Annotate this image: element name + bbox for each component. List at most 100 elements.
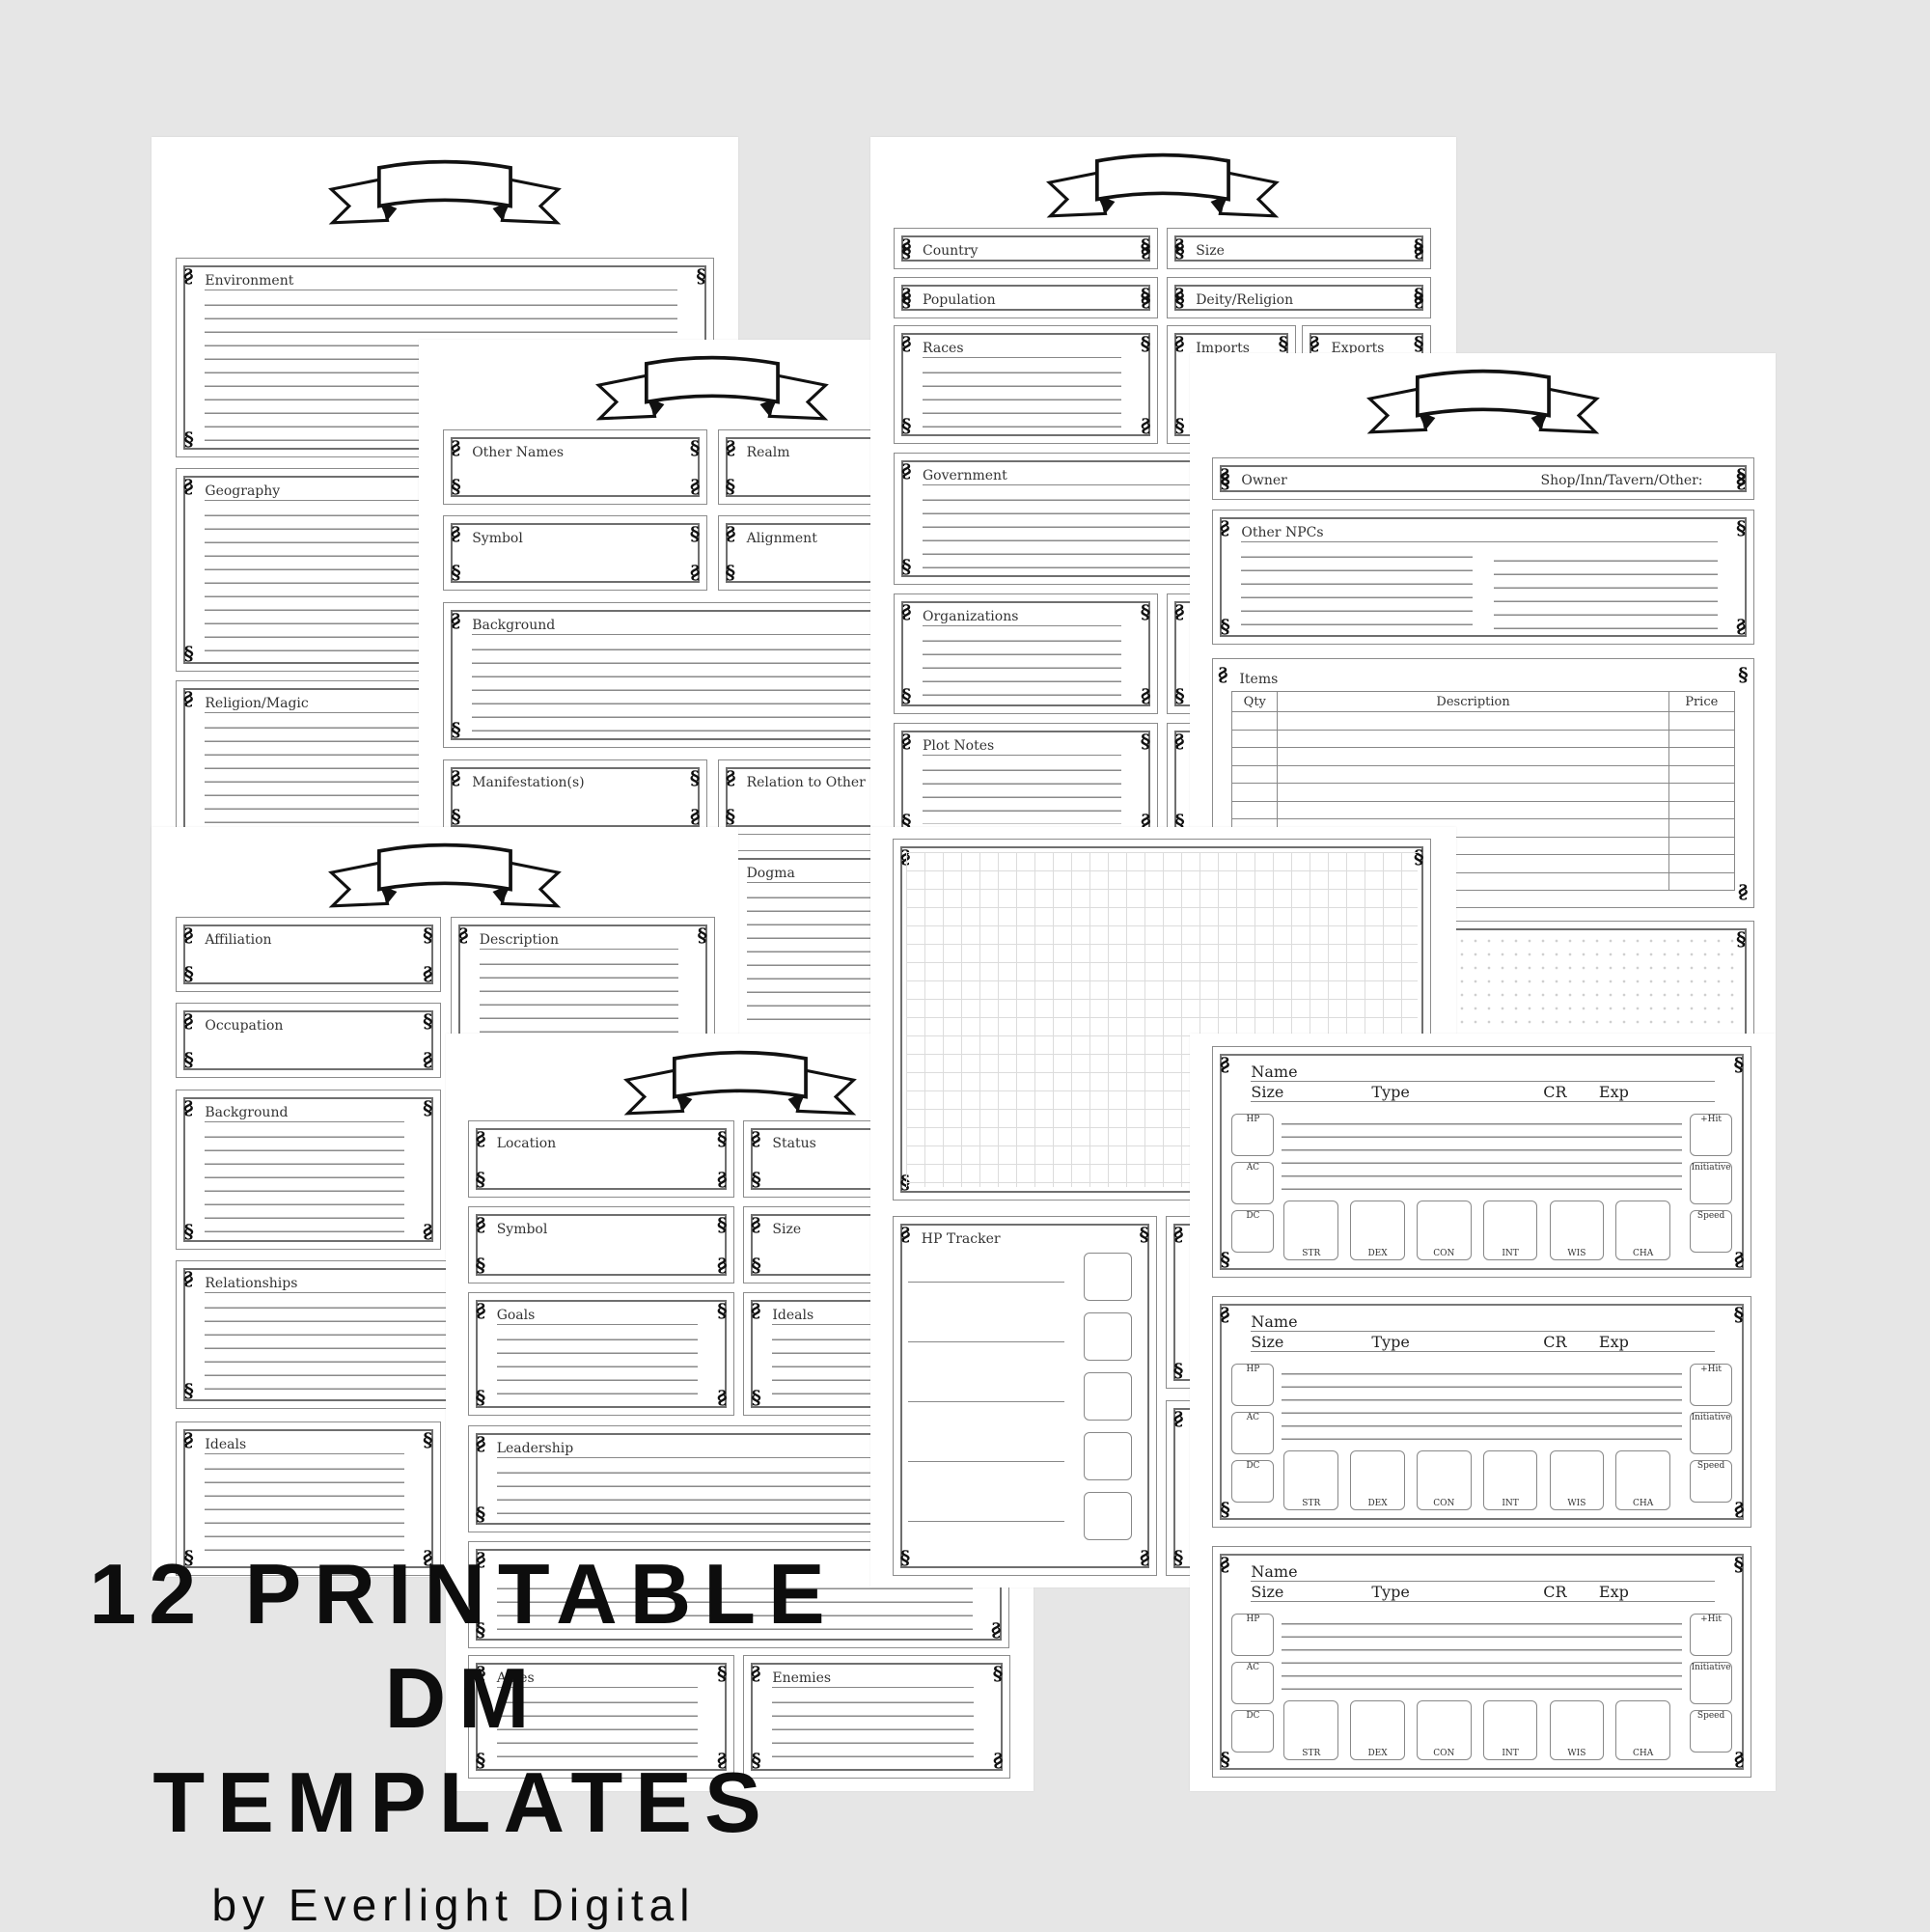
curl-ornament-icon: [690, 524, 700, 543]
curl-ornament-icon: [183, 1011, 193, 1031]
box-frame: NameSize Type CR Exp HP +Hit AC Initiative DC Spe…: [1220, 1054, 1745, 1270]
box-label: Other NPCs: [1241, 525, 1718, 543]
curl-ornament-icon: [183, 266, 193, 286]
ability-box: STR: [1283, 1699, 1339, 1760]
box-frame: Other NPCs: [1220, 517, 1747, 638]
table-row: [1231, 783, 1735, 802]
curl-ornament-icon: [1220, 1750, 1229, 1769]
hp-box: [1083, 1253, 1132, 1302]
curl-ornament-icon: [451, 611, 460, 630]
curl-ornament-icon: [451, 524, 460, 543]
box-frame: Deity/Religion: [1174, 284, 1424, 312]
box-label: Occupation: [205, 1018, 284, 1035]
table-cell: [1668, 783, 1735, 802]
byline: by Everlight Digital: [211, 1880, 696, 1930]
curl-ornament-icon: [1734, 1250, 1744, 1269]
box-frame: Owner Shop/Inn/Tavern/Other:: [1220, 465, 1747, 492]
curl-ornament-icon: [726, 438, 735, 457]
stat-lines: [1282, 1112, 1683, 1201]
box-label: Manifestation(s): [472, 774, 585, 790]
ribbon-banner-icon: [583, 349, 841, 433]
curl-ornament-icon: [1141, 602, 1150, 621]
curl-ornament-icon: [451, 477, 460, 496]
curl-ornament-icon: [1220, 1500, 1229, 1519]
stat-left-box: AC: [1231, 1661, 1275, 1704]
curl-ornament-icon: [696, 266, 705, 286]
ability-box: STR: [1283, 1450, 1339, 1510]
ability-box: CHA: [1615, 1201, 1671, 1260]
curl-ornament-icon: [726, 477, 735, 496]
curl-ornament-icon: [1173, 1548, 1183, 1567]
table-cell: [1277, 729, 1669, 749]
curl-ornament-icon: [451, 563, 460, 582]
type-label: Type: [1371, 1582, 1410, 1601]
curl-ornament-icon: [423, 1430, 432, 1449]
box-frame: Occupation: [183, 1010, 433, 1071]
size-type-row: Size Type CR Exp: [1251, 1582, 1716, 1602]
curl-ornament-icon: [1734, 1750, 1744, 1769]
table-cell: [1668, 747, 1735, 766]
curl-ornament-icon: [476, 1170, 485, 1189]
curl-ornament-icon: [1173, 1225, 1183, 1244]
box-frame: Affiliation: [183, 925, 433, 984]
table-cell: [1277, 764, 1669, 785]
stat-left-box: HP: [1231, 1364, 1275, 1407]
curl-ornament-icon: [1141, 686, 1150, 705]
ability-box: CON: [1416, 1201, 1472, 1260]
curl-ornament-icon: [476, 1504, 485, 1524]
box-monster-blank: NameSize Type CR Exp HP +Hit AC Initiative DC Spe…: [1212, 1545, 1752, 1778]
box-faction-0: Location: [467, 1119, 735, 1199]
stat-right-box: +Hit: [1690, 1613, 1733, 1656]
stat-right-box: Speed: [1690, 1709, 1733, 1753]
box-shop-1: Other NPCs: [1212, 510, 1754, 646]
curl-ornament-icon: [1734, 1500, 1744, 1519]
stat-lines: [1282, 1362, 1683, 1451]
box-frame: NameSize Type CR Exp HP +Hit AC Initiative DC Spe…: [1220, 1553, 1745, 1770]
table-cell: [1668, 871, 1735, 892]
box-label: Symbol: [472, 531, 523, 547]
curl-ornament-icon: [717, 1301, 727, 1320]
writing-lines: [1493, 548, 1718, 630]
name-label: Name: [1251, 1561, 1298, 1581]
name-row: Name: [1251, 1062, 1716, 1083]
curl-ornament-icon: [1174, 290, 1184, 310]
hp-line: [907, 1282, 1065, 1283]
curl-ornament-icon: [1174, 731, 1184, 751]
box-frame: Symbol: [451, 523, 701, 584]
box-label: Background: [205, 1105, 404, 1122]
curl-ornament-icon: [1174, 334, 1184, 353]
table-cell: [1668, 764, 1735, 785]
curl-ornament-icon: [183, 1381, 193, 1400]
curl-ornament-icon: [1736, 518, 1746, 538]
curl-ornament-icon: [1736, 472, 1746, 491]
curl-ornament-icon: [901, 416, 911, 435]
box-label: Ideals: [205, 1437, 404, 1455]
curl-ornament-icon: [726, 768, 735, 787]
stat-left-box: HP: [1231, 1114, 1275, 1157]
cr-label: CR: [1543, 1333, 1567, 1352]
curl-ornament-icon: [1738, 882, 1748, 901]
curl-ornament-icon: [901, 731, 911, 751]
curl-ornament-icon: [901, 557, 911, 576]
curl-ornament-icon: [690, 563, 700, 582]
curl-ornament-icon: [423, 925, 432, 945]
box-label: Environment: [205, 273, 677, 290]
box-npc-0: Affiliation: [176, 917, 441, 992]
curl-ornament-icon: [1220, 1055, 1229, 1074]
box-label: Deity/Religion: [1196, 291, 1294, 308]
box-country-3: Deity/Religion: [1167, 276, 1432, 319]
curl-ornament-icon: [900, 1225, 910, 1244]
table-cell: [1231, 764, 1279, 785]
curl-ornament-icon: [717, 1215, 727, 1234]
curl-ornament-icon: [1734, 1055, 1744, 1074]
writing-lines: [922, 757, 1122, 824]
curl-ornament-icon: [183, 1222, 193, 1241]
box-country-4: Races: [893, 324, 1159, 445]
ability-box: INT: [1482, 1450, 1538, 1510]
curl-ornament-icon: [751, 1129, 760, 1148]
table-cell: [1231, 747, 1279, 766]
stat-right-box: Initiative: [1690, 1661, 1733, 1704]
box-country-0: Country: [893, 227, 1159, 270]
table-cell: [1277, 747, 1669, 766]
curl-ornament-icon: [451, 807, 460, 826]
